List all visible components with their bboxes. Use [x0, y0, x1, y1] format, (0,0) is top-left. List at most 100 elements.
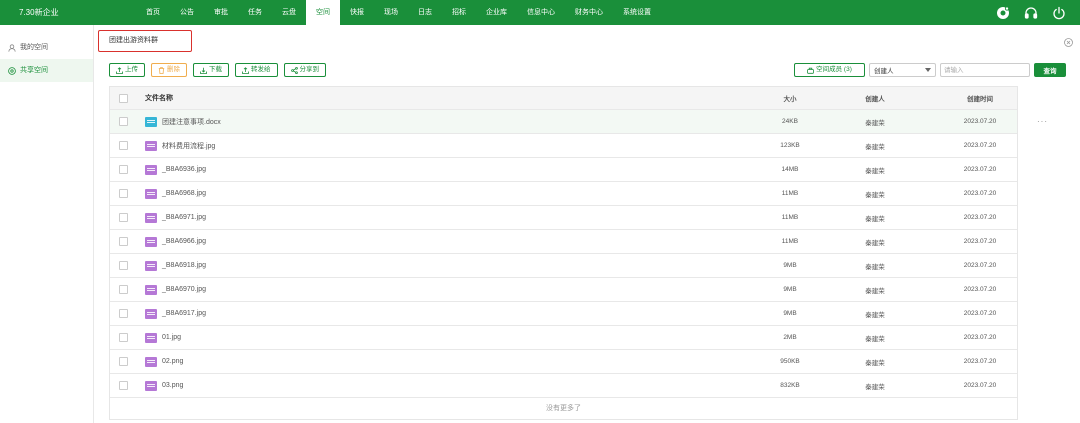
row-checkbox[interactable] — [119, 213, 128, 222]
file-time: 2023.07.20 — [963, 358, 997, 365]
row-checkbox[interactable] — [119, 309, 128, 318]
image-icon — [145, 164, 157, 175]
row-checkbox[interactable] — [119, 165, 128, 174]
close-icon[interactable] — [1064, 38, 1073, 47]
row-checkbox[interactable] — [119, 117, 128, 126]
file-name[interactable]: _B8A6936.jpg — [162, 166, 206, 173]
nav-item[interactable]: 企业库 — [476, 0, 517, 25]
file-size: 11MB — [781, 214, 799, 221]
nav-item[interactable]: 空间 — [306, 0, 340, 25]
nav-item[interactable]: 云盘 — [272, 0, 306, 25]
table-row[interactable]: _B8A6970.jpg 9MB 秦建荣 2023.07.20 — [110, 278, 1017, 302]
sidebar-item-shared-space[interactable]: 共享空间 — [0, 59, 93, 82]
table-row[interactable]: _B8A6966.jpg 11MB 秦建荣 2023.07.20 — [110, 230, 1017, 254]
file-time: 2023.07.20 — [963, 142, 997, 149]
file-name[interactable]: 02.png — [162, 358, 183, 365]
nav-item[interactable]: 招标 — [442, 0, 476, 25]
file-time: 2023.07.20 — [963, 382, 997, 389]
user-icon — [8, 43, 16, 52]
file-creator: 秦建荣 — [865, 359, 885, 367]
sidebar-item-my-space[interactable]: 我的空间 — [0, 36, 93, 59]
table-row[interactable]: _B8A6918.jpg 9MB 秦建荣 2023.07.20 — [110, 254, 1017, 278]
file-table: 文件名称 大小 创建人 创建时间 团建注意事项.docx 24KB 秦建荣 2023.… — [109, 86, 1047, 420]
row-checkbox[interactable] — [119, 189, 128, 198]
header-size: 大小 — [783, 96, 797, 103]
file-name[interactable]: _B8A6966.jpg — [162, 238, 206, 245]
table-row[interactable]: 团建注意事项.docx 24KB 秦建荣 2023.07.20 ··· — [110, 110, 1047, 134]
row-checkbox[interactable] — [119, 381, 128, 390]
row-checkbox[interactable] — [119, 357, 128, 366]
delete-button[interactable]: 删除 — [151, 63, 187, 77]
file-creator: 秦建荣 — [865, 167, 885, 175]
table-row[interactable]: 01.jpg 2MB 秦建荣 2023.07.20 — [110, 326, 1017, 350]
caret-down-icon — [925, 68, 931, 72]
upload-button[interactable]: 上传 — [109, 63, 145, 77]
nav-item[interactable]: 系统设置 — [613, 0, 661, 25]
file-creator: 秦建荣 — [865, 215, 885, 223]
camera-icon[interactable] — [996, 6, 1010, 20]
nav-item[interactable]: 任务 — [238, 0, 272, 25]
search-input[interactable] — [940, 63, 1030, 77]
file-size: 123KB — [780, 142, 800, 149]
file-name[interactable]: _B8A6918.jpg — [162, 262, 206, 269]
search-button[interactable]: 查询 — [1034, 63, 1066, 77]
file-creator: 秦建荣 — [865, 311, 885, 319]
nav-item[interactable]: 公告 — [170, 0, 204, 25]
nav-item[interactable]: 日志 — [408, 0, 442, 25]
nav-item[interactable]: 快报 — [340, 0, 374, 25]
nav-item[interactable]: 审批 — [204, 0, 238, 25]
members-icon — [807, 67, 814, 74]
table-row[interactable]: 03.png 832KB 秦建荣 2023.07.20 — [110, 374, 1017, 398]
file-size: 832KB — [780, 382, 800, 389]
row-checkbox[interactable] — [119, 285, 128, 294]
creator-select[interactable]: 创建人 — [869, 63, 936, 77]
more-actions-icon[interactable]: ··· — [1037, 110, 1048, 133]
file-name[interactable]: _B8A6917.jpg — [162, 310, 206, 317]
nav-item[interactable]: 现场 — [374, 0, 408, 25]
file-creator: 秦建荣 — [865, 239, 885, 247]
table-row[interactable]: _B8A6917.jpg 9MB 秦建荣 2023.07.20 — [110, 302, 1017, 326]
row-checkbox[interactable] — [119, 237, 128, 246]
members-button[interactable]: 空间成员 (3) — [794, 63, 865, 77]
nav-item[interactable]: 财务中心 — [565, 0, 613, 25]
download-button[interactable]: 下载 — [193, 63, 229, 77]
power-icon[interactable] — [1052, 6, 1066, 20]
file-name[interactable]: _B8A6971.jpg — [162, 214, 206, 221]
file-name[interactable]: 03.png — [162, 382, 183, 389]
table-row[interactable]: _B8A6971.jpg 11MB 秦建荣 2023.07.20 — [110, 206, 1017, 230]
file-size: 9MB — [783, 310, 797, 317]
top-bar: 7.30新企业 首页 公告 审批 任务 云盘 空间 快报 现场 日志 招标 企业库 信息中心 财务中心系… — [0, 0, 1080, 25]
file-time: 2023.07.20 — [963, 118, 997, 125]
file-creator: 秦建荣 — [865, 119, 885, 127]
creator-select-value: 创建人 — [874, 68, 894, 75]
image-icon — [145, 308, 157, 319]
file-name[interactable]: _B8A6970.jpg — [162, 286, 206, 293]
forward-button[interactable]: 转发给 — [235, 63, 278, 77]
image-icon — [145, 356, 157, 367]
table-row[interactable]: 材料费用流程.jpg 123KB 秦建荣 2023.07.20 — [110, 134, 1017, 158]
toolbar: 上传 删除 下载 转发给 分享到 — [109, 63, 326, 77]
table-row[interactable]: _B8A6936.jpg 14MB 秦建荣 2023.07.20 — [110, 158, 1017, 182]
download-icon — [200, 67, 207, 74]
row-checkbox[interactable] — [119, 141, 128, 150]
nav-item[interactable]: 首页 — [136, 0, 170, 25]
file-name[interactable]: 01.jpg — [162, 334, 181, 341]
share-icon — [290, 66, 298, 74]
nav-item[interactable]: 信息中心 — [517, 0, 565, 25]
row-checkbox[interactable] — [119, 261, 128, 270]
file-name[interactable]: _B8A6968.jpg — [162, 190, 206, 197]
table-row[interactable]: _B8A6968.jpg 11MB 秦建荣 2023.07.20 — [110, 182, 1017, 206]
table-header: 文件名称 大小 创建人 创建时间 — [110, 87, 1017, 110]
file-size: 11MB — [781, 190, 799, 197]
select-all-checkbox[interactable] — [119, 93, 128, 103]
sidebar-item-label: 共享空间 — [20, 67, 48, 74]
share-button[interactable]: 分享到 — [283, 63, 326, 77]
table-row[interactable]: 02.png 950KB 秦建荣 2023.07.20 — [110, 350, 1017, 374]
file-time: 2023.07.20 — [963, 238, 997, 245]
headset-icon[interactable] — [1024, 6, 1038, 20]
file-creator: 秦建荣 — [865, 383, 885, 391]
file-name[interactable]: 材料费用流程.jpg — [162, 141, 215, 151]
file-name[interactable]: 团建注意事项.docx — [162, 117, 221, 127]
file-size: 24KB — [782, 118, 798, 125]
row-checkbox[interactable] — [119, 333, 128, 342]
